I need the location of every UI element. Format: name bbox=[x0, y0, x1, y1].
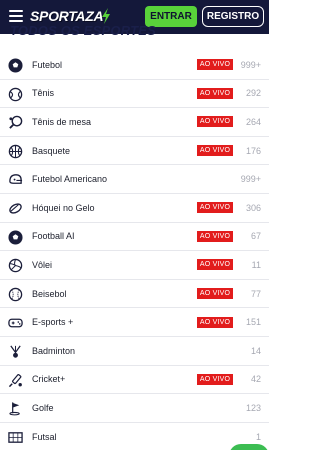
sport-name: Futebol Americano bbox=[32, 174, 108, 185]
event-count: 999+ bbox=[240, 59, 261, 70]
tennis-ball-icon bbox=[8, 87, 23, 102]
event-count: 1 bbox=[255, 431, 261, 442]
live-badge: AO VIVO bbox=[197, 59, 233, 71]
live-badge: AO VIVO bbox=[197, 87, 233, 99]
logo-text: SPORTAZA bbox=[30, 8, 104, 24]
sports-list: Futebol AO VIVO 999+ Tênis AO VIVO 292 Tênis d… bbox=[0, 51, 269, 450]
sport-row[interactable]: Futebol Americano 999+ bbox=[0, 165, 269, 194]
register-button[interactable]: REGISTRO bbox=[202, 6, 264, 27]
event-count: 11 bbox=[251, 259, 261, 270]
shuttlecock-icon bbox=[8, 344, 23, 359]
event-count: 123 bbox=[245, 402, 261, 413]
sport-name: Badminton bbox=[32, 345, 76, 356]
brand-logo[interactable]: SPORTAZA bbox=[30, 5, 111, 27]
live-badge: AO VIVO bbox=[197, 202, 233, 214]
hockey-puck-icon bbox=[8, 201, 23, 216]
sport-name: Beisebol bbox=[32, 288, 67, 299]
sport-row[interactable]: E-sports + AO VIVO 151 bbox=[0, 308, 269, 337]
live-badge: AO VIVO bbox=[197, 373, 233, 385]
soccer-ball-icon bbox=[8, 58, 23, 73]
sport-name: Futsal bbox=[32, 431, 57, 442]
sport-name: Tênis bbox=[32, 88, 55, 99]
sport-row[interactable]: Basquete AO VIVO 176 bbox=[0, 137, 269, 166]
hamburger-menu-icon[interactable] bbox=[9, 10, 23, 22]
event-count: 176 bbox=[245, 145, 261, 156]
cricket-bat-icon bbox=[8, 373, 23, 388]
sport-name: Golfe bbox=[32, 402, 54, 413]
sport-name: E-sports + bbox=[32, 317, 74, 328]
sport-row[interactable]: Tênis de mesa AO VIVO 264 bbox=[0, 108, 269, 137]
sport-row[interactable]: Beisebol AO VIVO 77 bbox=[0, 280, 269, 309]
sport-row[interactable]: Futsal 1 bbox=[0, 423, 269, 450]
sport-row[interactable]: Futebol AO VIVO 999+ bbox=[0, 51, 269, 80]
section-title: TODOS OS ESPORTES bbox=[10, 25, 156, 38]
sport-name: Football AI bbox=[32, 231, 75, 242]
sport-row[interactable]: Badminton 14 bbox=[0, 337, 269, 366]
futsal-goal-icon bbox=[8, 430, 23, 445]
soccer-ball-icon bbox=[8, 230, 23, 245]
sport-row[interactable]: Football AI AO VIVO 67 bbox=[0, 223, 269, 252]
gamepad-icon bbox=[8, 315, 23, 330]
sport-row[interactable]: Hóquei no Gelo AO VIVO 306 bbox=[0, 194, 269, 223]
login-button[interactable]: ENTRAR bbox=[145, 6, 197, 27]
event-count: 77 bbox=[250, 288, 261, 299]
event-count: 14 bbox=[250, 345, 261, 356]
event-count: 151 bbox=[245, 317, 261, 328]
sport-name: Basquete bbox=[32, 145, 71, 156]
sport-name: Tênis de mesa bbox=[32, 116, 92, 127]
sport-row[interactable]: Tênis AO VIVO 292 bbox=[0, 80, 269, 109]
event-count: 999+ bbox=[240, 174, 261, 185]
lightning-bolt-icon bbox=[102, 8, 111, 24]
live-badge: AO VIVO bbox=[197, 259, 233, 271]
sport-row[interactable]: Cricket+ AO VIVO 42 bbox=[0, 366, 269, 395]
live-badge: AO VIVO bbox=[197, 230, 233, 242]
sport-row[interactable]: Vôlei AO VIVO 11 bbox=[0, 251, 269, 280]
basketball-icon bbox=[8, 144, 23, 159]
golf-flag-icon bbox=[8, 401, 23, 416]
sport-name: Futebol bbox=[32, 59, 63, 70]
live-badge: AO VIVO bbox=[197, 145, 233, 157]
event-count: 306 bbox=[245, 202, 261, 213]
volleyball-icon bbox=[8, 258, 23, 273]
sport-name: Vôlei bbox=[32, 259, 53, 270]
sport-row[interactable]: Golfe 123 bbox=[0, 394, 269, 423]
american-football-helmet-icon bbox=[8, 172, 23, 187]
sport-name: Cricket+ bbox=[32, 374, 66, 385]
chat-button[interactable] bbox=[229, 444, 269, 450]
live-badge: AO VIVO bbox=[197, 288, 233, 300]
event-count: 42 bbox=[250, 374, 261, 385]
baseball-icon bbox=[8, 287, 23, 302]
live-badge: AO VIVO bbox=[197, 316, 233, 328]
event-count: 67 bbox=[250, 231, 261, 242]
sport-name: Hóquei no Gelo bbox=[32, 202, 95, 213]
live-badge: AO VIVO bbox=[197, 116, 233, 128]
event-count: 292 bbox=[245, 88, 261, 99]
event-count: 264 bbox=[245, 116, 261, 127]
table-tennis-icon bbox=[8, 115, 23, 130]
